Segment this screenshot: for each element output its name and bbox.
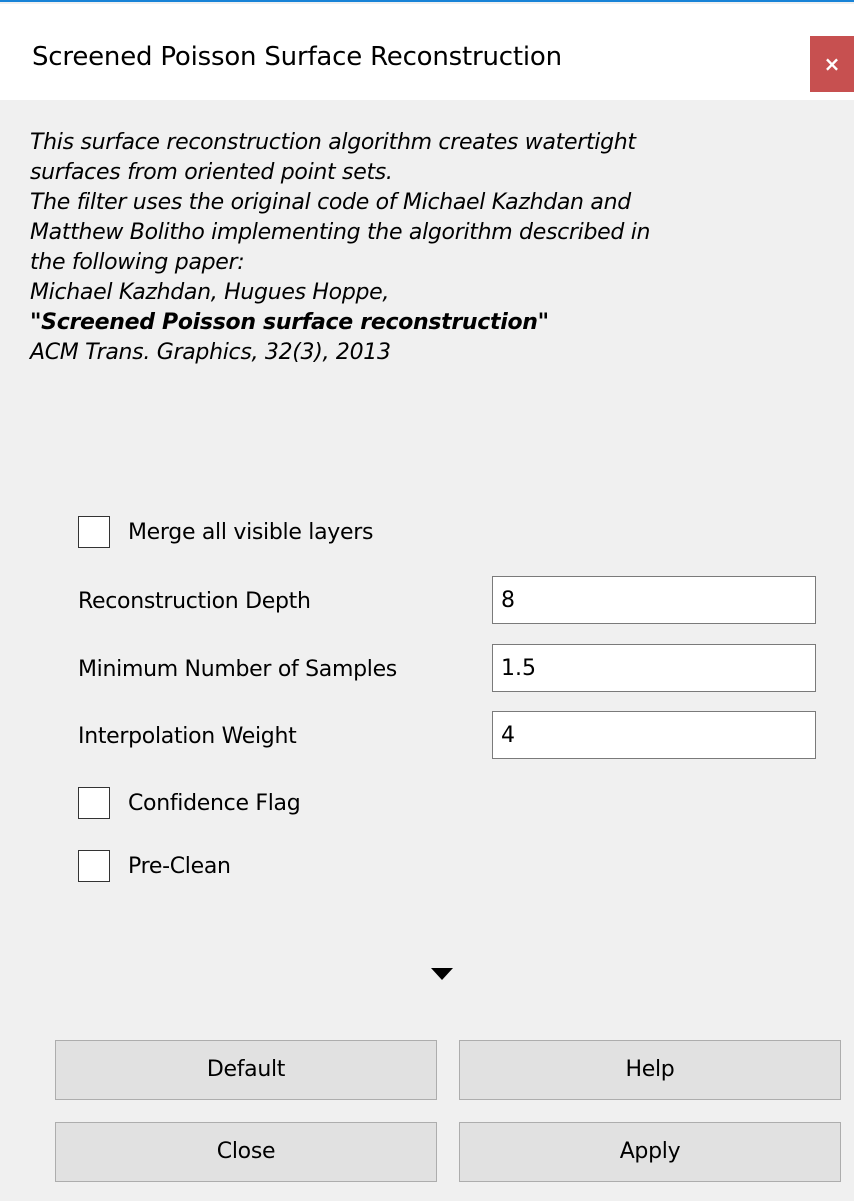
min-samples-label: Minimum Number of Samples [78,657,397,682]
merge-layers-label: Merge all visible layers [128,519,374,545]
apply-button[interactable]: Apply [459,1122,841,1182]
merge-layers-checkbox-row[interactable]: Merge all visible layers [78,514,373,550]
close-button[interactable]: Close [55,1122,437,1182]
merge-layers-checkbox[interactable] [78,516,110,548]
paper-title: "Screened Poisson surface reconstruction… [30,310,549,335]
help-button[interactable]: Help [459,1040,841,1100]
citation: ACM Trans. Graphics, 32(3), 2013 [30,340,391,365]
interpolation-weight-label: Interpolation Weight [78,724,297,749]
confidence-flag-checkbox-row[interactable]: Confidence Flag [78,785,301,821]
expand-arrow-icon[interactable] [431,968,453,980]
pre-clean-label: Pre-Clean [128,853,231,879]
description-line: the following paper: [30,250,245,275]
interpolation-weight-input[interactable] [492,711,816,759]
pre-clean-checkbox-row[interactable]: Pre-Clean [78,848,231,884]
description-line: This surface reconstruction algorithm cr… [30,130,636,155]
window-title: Screened Poisson Surface Reconstruction [32,42,562,72]
filter-description: This surface reconstruction algorithm cr… [30,128,830,368]
close-icon[interactable]: × [810,36,854,92]
default-button[interactable]: Default [55,1040,437,1100]
description-line: Michael Kazhdan, Hugues Hoppe, [30,280,390,305]
reconstruction-depth-input[interactable] [492,576,816,624]
confidence-flag-label: Confidence Flag [128,790,301,816]
dialog-window: Screened Poisson Surface Reconstruction … [0,0,854,1201]
pre-clean-checkbox[interactable] [78,850,110,882]
description-line: Matthew Bolitho implementing the algorit… [30,220,651,245]
min-samples-input[interactable] [492,644,816,692]
confidence-flag-checkbox[interactable] [78,787,110,819]
reconstruction-depth-label: Reconstruction Depth [78,589,311,614]
description-line: surfaces from oriented point sets. [30,160,393,185]
description-line: The filter uses the original code of Mic… [30,190,631,215]
title-bar: Screened Poisson Surface Reconstruction … [0,4,854,100]
